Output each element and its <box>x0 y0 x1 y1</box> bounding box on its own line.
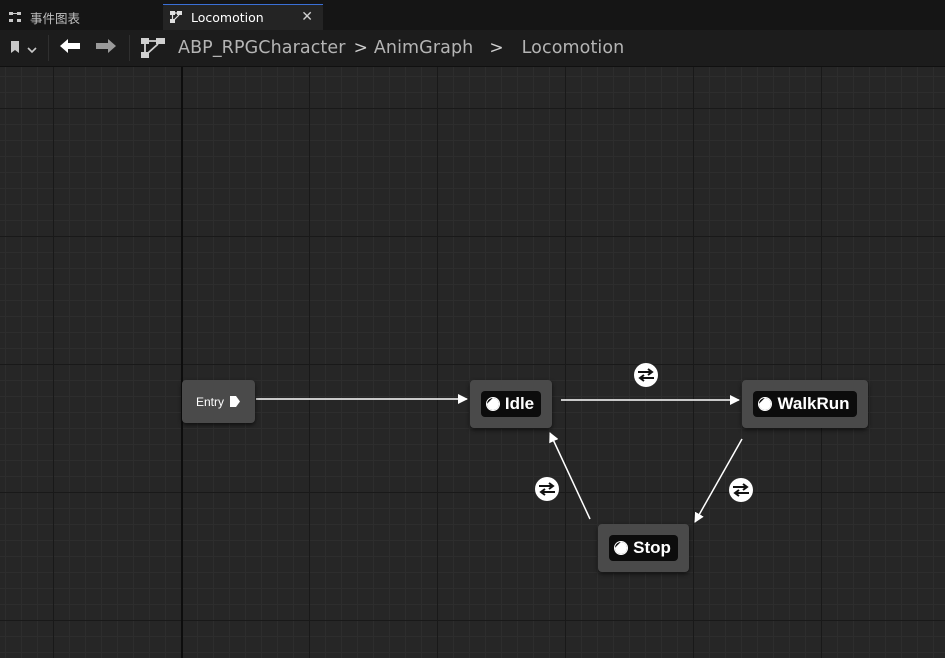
entry-node[interactable]: Entry <box>182 380 255 423</box>
document-tab-bar: 事件图表 Locomotion ✕ <box>0 0 945 30</box>
breadcrumb-item[interactable]: Locomotion <box>522 38 625 58</box>
chevron-down-icon <box>26 39 37 58</box>
transition-rule-icon[interactable] <box>729 478 753 502</box>
tab-event-graph[interactable]: 事件图表 <box>6 4 80 30</box>
arrow-left-icon <box>59 38 81 58</box>
state-machine-icon <box>169 10 183 24</box>
bookmark-icon <box>10 39 22 58</box>
forward-button[interactable] <box>89 34 123 62</box>
state-icon <box>614 541 629 555</box>
state-label: WalkRun <box>777 394 850 413</box>
state-label: Idle <box>504 394 535 413</box>
state-label: Stop <box>633 538 671 557</box>
entry-pin-icon <box>229 395 241 408</box>
state-node-idle[interactable]: Idle <box>470 380 552 428</box>
graph-toolbar: ABP_RPGCharacter > AnimGraph > Locomotio… <box>0 30 945 67</box>
state-icon <box>485 397 500 411</box>
tab-label: Locomotion <box>191 9 264 25</box>
arrow-right-icon <box>95 38 117 58</box>
back-button[interactable] <box>55 34 85 62</box>
state-title: Idle <box>480 391 542 417</box>
state-icon <box>758 397 773 411</box>
transition-rule-icon[interactable] <box>634 363 658 387</box>
state-machine-icon <box>140 37 166 59</box>
toolbar-divider <box>129 35 130 61</box>
state-node-stop[interactable]: Stop <box>598 524 689 572</box>
toolbar-divider <box>48 35 49 61</box>
breadcrumb-item[interactable]: AnimGraph <box>374 38 474 58</box>
state-title: WalkRun <box>753 391 857 417</box>
breadcrumb-separator: > <box>353 38 368 58</box>
breadcrumb-separator: > <box>489 38 504 58</box>
state-title: Stop <box>609 535 678 561</box>
state-node-walkrun[interactable]: WalkRun <box>742 380 868 428</box>
graph-canvas[interactable] <box>0 67 945 658</box>
tab-locomotion[interactable]: Locomotion ✕ <box>163 4 323 30</box>
breadcrumb-item[interactable]: ABP_RPGCharacter <box>178 38 346 58</box>
entry-label: Entry <box>195 394 224 409</box>
event-graph-icon <box>8 10 22 24</box>
bookmark-dropdown-button[interactable] <box>4 34 42 62</box>
tab-label: 事件图表 <box>30 10 81 26</box>
close-tab-icon[interactable]: ✕ <box>301 9 313 25</box>
transition-rule-icon[interactable] <box>535 477 559 501</box>
